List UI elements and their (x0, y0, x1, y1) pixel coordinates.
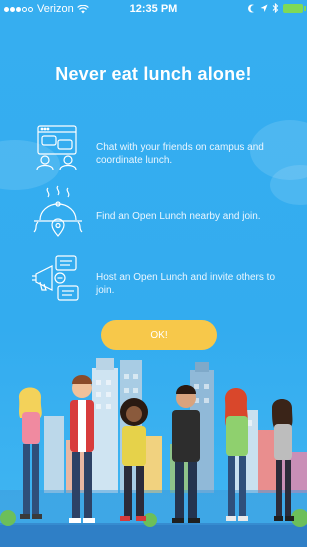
feature-find-text: Find an Open Lunch nearby and join. (96, 210, 261, 222)
svg-text:A: A (86, 419, 92, 428)
feature-find: Find an Open Lunch nearby and join. (30, 184, 290, 248)
feature-chat: Chat with your friends on campus and coo… (30, 122, 290, 186)
ok-button[interactable]: OK! (101, 320, 217, 350)
feature-host-text: Host an Open Lunch and invite others to … (96, 272, 276, 296)
bluetooth-icon (272, 3, 279, 13)
location-arrow-icon (260, 4, 268, 12)
chat-browser-icon (36, 125, 77, 171)
feature-chat-text: Chat with your friends on campus and coo… (96, 142, 264, 166)
serving-dish-location-icon (33, 185, 83, 237)
page-title: Never eat lunch alone! (55, 64, 252, 84)
feature-host: Host an Open Lunch and invite others to … (30, 252, 290, 316)
status-right (248, 3, 306, 13)
moon-icon (248, 3, 254, 13)
status-bar: Verizon 12:35 PM (0, 0, 307, 20)
battery-icon (283, 3, 306, 13)
onboarding-screen: Verizon 12:35 PM Never eat lunch alone! (0, 0, 307, 547)
megaphone-chat-icon (32, 255, 79, 301)
people-city-illustration: A (0, 358, 307, 547)
